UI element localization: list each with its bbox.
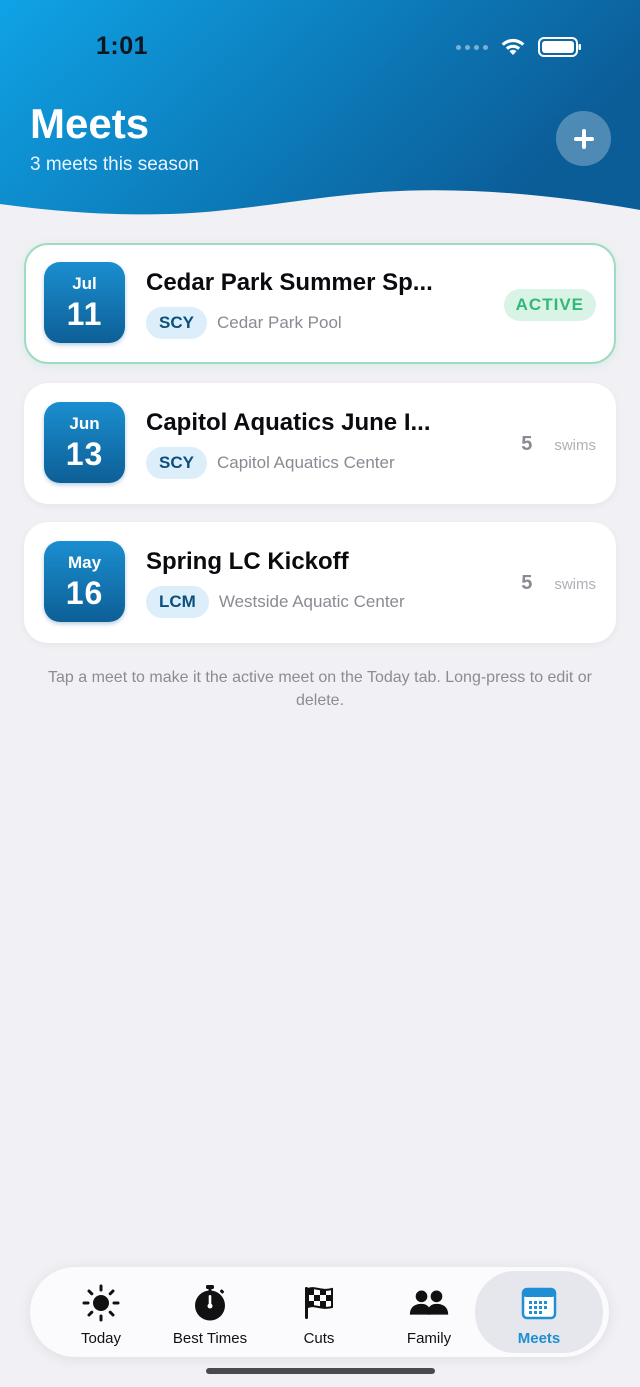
active-badge: ACTIVE xyxy=(503,289,596,321)
swim-count-label: swims xyxy=(554,437,596,454)
date-tile: May 16 xyxy=(44,541,125,622)
swim-count-label: swims xyxy=(554,576,596,593)
meet-card[interactable]: May 16 Spring LC Kickoff LCM Westside Aq… xyxy=(24,522,616,643)
tab-bar: Today Best Times Cuts Family Meets xyxy=(30,1267,609,1357)
course-badge: SCY xyxy=(146,447,207,479)
checkered-flag-icon xyxy=(299,1283,339,1323)
home-indicator[interactable] xyxy=(206,1368,435,1374)
course-badge: LCM xyxy=(146,586,209,618)
hint-text: Tap a meet to make it the active meet on… xyxy=(47,669,592,709)
page-subtitle: 3 meets this season xyxy=(30,154,199,175)
tab-family[interactable]: Family xyxy=(374,1271,484,1353)
stopwatch-icon xyxy=(190,1283,230,1323)
tab-label: Meets xyxy=(517,1330,561,1347)
date-tile: Jul 11 xyxy=(44,262,125,343)
course-badge: SCY xyxy=(146,307,207,339)
meet-meta: SCY Cedar Park Pool xyxy=(146,307,342,339)
wifi-icon xyxy=(501,38,525,55)
meet-meta: LCM Westside Aquatic Center xyxy=(146,586,405,618)
date-month: May xyxy=(67,553,102,572)
date-month: Jul xyxy=(72,274,97,293)
header: 1:01 Meets 3 meets this season xyxy=(0,0,640,226)
battery-icon xyxy=(538,37,581,57)
venue-label: Cedar Park Pool xyxy=(216,313,342,332)
meet-name: Spring LC Kickoff xyxy=(146,548,349,575)
swim-count-number: 5 xyxy=(521,433,533,455)
date-day: 11 xyxy=(66,296,103,332)
tab-label: Cuts xyxy=(303,1330,335,1347)
tab-label: Best Times xyxy=(172,1330,248,1347)
meet-meta: SCY Capitol Aquatics Center xyxy=(146,447,395,479)
meet-card-active[interactable]: Jul 11 Cedar Park Summer Sp... SCY Cedar… xyxy=(24,243,616,364)
venue-label: Capitol Aquatics Center xyxy=(216,453,395,472)
tab-today[interactable]: Today xyxy=(46,1271,156,1353)
tab-meets[interactable]: Meets xyxy=(475,1271,603,1353)
calendar-icon xyxy=(519,1283,559,1323)
date-day: 16 xyxy=(65,575,104,611)
sun-icon xyxy=(81,1283,121,1323)
meet-name: Capitol Aquatics June I... xyxy=(146,409,431,436)
page-title: Meets xyxy=(30,100,150,147)
cellular-signal-icon xyxy=(456,44,488,50)
plus-icon xyxy=(573,128,594,149)
tab-label: Family xyxy=(406,1330,452,1347)
date-month: Jun xyxy=(69,414,100,433)
swim-count: 5 swims xyxy=(521,572,596,595)
tab-label: Today xyxy=(80,1330,122,1347)
meet-name: Cedar Park Summer Sp... xyxy=(146,269,433,296)
add-meet-button[interactable] xyxy=(556,111,611,166)
swim-count: 5 swims xyxy=(521,433,596,456)
venue-label: Westside Aquatic Center xyxy=(218,592,405,611)
date-tile: Jun 13 xyxy=(44,402,125,483)
status-indicators xyxy=(456,36,582,58)
swim-count-number: 5 xyxy=(521,572,533,594)
tab-best-times[interactable]: Best Times xyxy=(155,1271,265,1353)
meet-card[interactable]: Jun 13 Capitol Aquatics June I... SCY Ca… xyxy=(24,383,616,504)
status-time: 1:01 xyxy=(96,32,149,60)
tab-cuts[interactable]: Cuts xyxy=(264,1271,374,1353)
people-icon xyxy=(409,1283,449,1323)
date-day: 13 xyxy=(65,436,104,472)
